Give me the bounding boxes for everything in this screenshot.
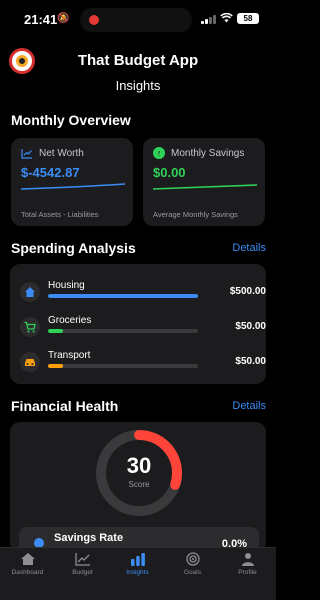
wifi-icon [220, 13, 233, 23]
tab-insights[interactable]: Insights [110, 552, 165, 584]
metric-name: Savings Rate [54, 532, 124, 544]
battery-icon: 58 [237, 13, 259, 24]
app-title: That Budget App [77, 52, 199, 69]
financial-health-details-link[interactable]: Details [232, 400, 266, 412]
spending-item-groceries[interactable]: Groceries $50.00 [20, 313, 266, 343]
savings-arrow-icon: ↑ [153, 147, 165, 159]
health-score-label: Score [128, 480, 150, 489]
monthly-savings-label: Monthly Savings [171, 148, 245, 159]
screen-title: Insights [115, 78, 161, 93]
cellular-signal-icon [201, 15, 216, 24]
trend-up-icon [21, 149, 32, 159]
net-worth-label: Net Worth [39, 148, 84, 159]
tab-profile[interactable]: Profile [220, 552, 275, 584]
spending-item-amount: $500.00 [229, 286, 266, 297]
spending-item-transport[interactable]: Transport $50.00 [20, 348, 266, 378]
tab-label: Profile [238, 569, 257, 576]
tab-goals[interactable]: Goals [165, 552, 220, 584]
spending-progress-track [48, 364, 198, 368]
chart-line-icon [74, 553, 90, 566]
monthly-savings-caption: Average Monthly Savings [153, 210, 238, 219]
person-icon [241, 553, 254, 566]
spending-item-amount: $50.00 [235, 356, 266, 367]
spending-progress-track [48, 294, 198, 298]
tab-label: Budget [72, 569, 93, 576]
dynamic-island [80, 8, 192, 32]
tab-label: Insights [126, 569, 149, 576]
car-icon [20, 352, 40, 372]
spending-card: Housing $500.00 Groceries $50.00 Transpo… [10, 264, 266, 384]
house-icon [20, 282, 40, 302]
transport-progress-fill [48, 364, 63, 368]
status-time: 21:41 [24, 12, 58, 27]
cart-icon [20, 317, 40, 337]
tab-budget[interactable]: Budget [55, 552, 110, 584]
housing-progress-fill [48, 294, 198, 298]
monthly-savings-value: $0.00 [153, 165, 186, 180]
tab-label: Dashboard [11, 569, 44, 576]
spending-item-housing[interactable]: Housing $500.00 [20, 278, 266, 308]
target-icon [185, 552, 200, 566]
bell-muted-icon: 🔕 [57, 13, 70, 24]
tab-bar: Dashboard Budget Insights Goals Profile [0, 547, 276, 600]
health-score-value: 30 [126, 453, 152, 478]
spending-item-name: Transport [48, 350, 91, 361]
metric-row-savings-rate[interactable]: Savings Rate 0.0% [19, 527, 259, 550]
recording-indicator-icon [89, 15, 99, 25]
groceries-progress-fill [48, 329, 63, 333]
net-worth-caption: Total Assets - Liabilities [21, 210, 99, 219]
monthly-savings-sparkline [153, 184, 257, 190]
house-icon [20, 553, 35, 565]
spending-item-name: Housing [48, 280, 85, 291]
spending-item-amount: $50.00 [235, 321, 266, 332]
spending-analysis-title: Spending Analysis [11, 240, 136, 256]
spending-details-link[interactable]: Details [232, 242, 266, 254]
tab-dashboard[interactable]: Dashboard [0, 552, 55, 584]
net-worth-card[interactable]: Net Worth $-4542.87 Total Assets - Liabi… [11, 138, 133, 226]
net-worth-sparkline [21, 183, 125, 190]
spending-progress-track [48, 329, 198, 333]
status-bar: 21:41 🔕 58 [0, 0, 276, 36]
financial-health-title: Financial Health [11, 398, 119, 414]
bar-chart-icon [130, 553, 145, 566]
monthly-overview-title: Monthly Overview [11, 112, 131, 128]
net-worth-value: $-4542.87 [21, 165, 80, 180]
tab-label: Goals [184, 569, 201, 576]
monthly-savings-card[interactable]: ↑ Monthly Savings $0.00 Average Monthly … [143, 138, 265, 226]
spending-item-name: Groceries [48, 315, 92, 326]
